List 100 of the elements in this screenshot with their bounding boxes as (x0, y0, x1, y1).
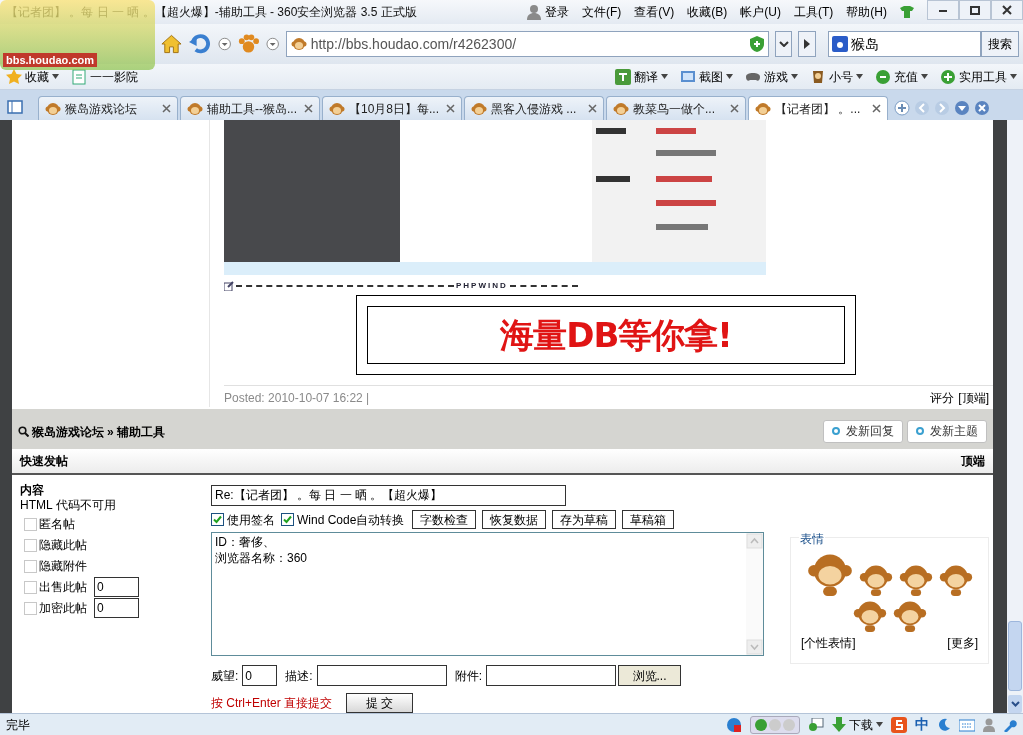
toolbar-link[interactable]: 一一影院 (90, 67, 138, 86)
breadcrumb-link[interactable]: 辅助工具 (116, 422, 165, 441)
emoticon-icon[interactable] (898, 562, 933, 596)
option-label[interactable]: 出售此帖 (39, 578, 87, 596)
close-icon[interactable] (304, 104, 313, 113)
tab[interactable]: 黑客入侵游戏 ... (464, 96, 604, 120)
indicator-button[interactable] (750, 715, 800, 734)
option-label[interactable]: 匿名帖 (39, 515, 75, 533)
breadcrumb-link[interactable]: 猴岛游戏论坛 (32, 422, 104, 441)
toolbar-link[interactable]: 截图 (699, 67, 723, 86)
tool-button[interactable]: 草稿箱 (622, 510, 675, 529)
caret-icon[interactable] (876, 722, 883, 727)
checkbox-label[interactable]: Wind Code自动转换 (297, 510, 405, 529)
caret-icon[interactable] (52, 74, 59, 79)
caret-icon[interactable] (661, 74, 668, 79)
toolbar-link[interactable]: 收藏 (25, 67, 49, 86)
message-field[interactable]: ID：奢侈、 浏览器名称：360 (211, 532, 764, 656)
tab[interactable]: 猴岛游戏论坛 (38, 96, 178, 120)
user-icon[interactable] (983, 717, 995, 732)
menu-item[interactable]: 文件(F) (582, 3, 622, 21)
top-link[interactable]: 顶端 (961, 451, 985, 470)
undo-icon[interactable] (188, 33, 212, 55)
close-icon[interactable] (974, 100, 990, 116)
emoticon-icon[interactable] (852, 598, 887, 632)
tab-list-icon[interactable] (954, 100, 970, 116)
toolbar-link[interactable]: 实用工具 (959, 67, 1007, 86)
post-link[interactable]: [顶端] (958, 389, 989, 407)
coin-icon[interactable] (875, 68, 891, 85)
caret-icon[interactable] (1010, 74, 1017, 79)
number-field[interactable]: 0 (94, 598, 139, 618)
wrench-icon[interactable] (1003, 717, 1017, 732)
input-field[interactable]: 0 (242, 665, 278, 686)
toolbar-link[interactable]: 充值 (894, 67, 918, 86)
tab[interactable]: 教菜鸟一做个... (606, 96, 746, 120)
close-button[interactable] (991, 0, 1023, 20)
dropdown-icon[interactable] (217, 37, 232, 51)
page-scrollbar[interactable] (1007, 120, 1023, 713)
window-icon[interactable] (808, 717, 824, 732)
scroll-down-button[interactable] (1008, 695, 1022, 713)
keyboard-icon[interactable] (959, 717, 975, 732)
address-dropdown-button[interactable] (775, 31, 793, 57)
close-icon[interactable] (446, 104, 455, 113)
toolbar-link[interactable]: 游戏 (764, 67, 788, 86)
translate-icon[interactable] (615, 68, 631, 85)
emoticon-link[interactable]: [个性表情] (801, 634, 856, 652)
option-label[interactable]: 隐藏附件 (39, 557, 87, 575)
toolbar-link[interactable]: 小号 (829, 67, 853, 86)
menu-item[interactable]: 查看(V) (634, 3, 675, 21)
browse-button[interactable]: 浏览... (618, 665, 682, 686)
maximize-button[interactable] (959, 0, 991, 20)
search-field[interactable]: 猴岛 (827, 31, 981, 57)
minimize-button[interactable] (927, 0, 959, 20)
input-field[interactable] (316, 665, 447, 686)
tab[interactable]: 【记者团】 。... (748, 96, 888, 120)
download-icon[interactable] (832, 716, 846, 733)
option-label[interactable]: 加密此帖 (39, 599, 87, 617)
search-button[interactable]: 搜索 (981, 31, 1019, 57)
action-button[interactable]: 发新回复 (823, 419, 903, 443)
emoticon-icon[interactable] (858, 562, 893, 596)
action-button[interactable]: 发新主题 (907, 419, 987, 443)
tool-button[interactable]: 存为草稿 (552, 510, 617, 529)
scroll-thumb[interactable] (1008, 621, 1022, 691)
moon-icon[interactable] (937, 717, 951, 732)
menu-item[interactable]: 帮助(H) (846, 3, 887, 21)
login-link[interactable]: 登录 (545, 3, 569, 21)
input-field[interactable] (486, 665, 617, 686)
post-link[interactable]: 评分 (930, 389, 955, 407)
emoticon-link[interactable]: [更多] (947, 634, 978, 652)
subject-field[interactable]: Re:【记者团】 。每 日 一 晒 。【超火爆】 (211, 485, 566, 506)
emoticon-icon[interactable] (938, 562, 973, 596)
search-engine-icon[interactable] (831, 36, 848, 52)
address-bar[interactable]: http://bbs.houdao.com/r4262300/ (285, 31, 770, 57)
option-label[interactable]: 隐藏此帖 (39, 536, 87, 554)
home-icon[interactable] (160, 33, 183, 55)
menu-item[interactable]: 收藏(B) (687, 3, 728, 21)
download-link[interactable]: 下载 (849, 715, 873, 734)
input-method-icon[interactable] (891, 716, 907, 733)
close-icon[interactable] (872, 104, 881, 113)
number-field[interactable]: 0 (94, 577, 139, 597)
menu-item[interactable]: 帐户(U) (740, 3, 781, 21)
paw-icon[interactable] (237, 33, 261, 55)
plus-icon[interactable] (940, 68, 956, 85)
checkbox[interactable] (281, 513, 294, 526)
caret-icon[interactable] (856, 74, 863, 79)
checkbox[interactable] (211, 513, 224, 526)
caret-icon[interactable] (791, 74, 798, 79)
screenshot-icon[interactable] (680, 68, 696, 85)
shirt-icon[interactable] (900, 6, 914, 18)
close-icon[interactable] (730, 104, 739, 113)
ime-mode[interactable]: 中 (915, 714, 929, 735)
close-icon[interactable] (162, 104, 171, 113)
tab[interactable]: 【10月8日】每... (322, 96, 462, 120)
star-icon[interactable] (6, 68, 22, 85)
tool-button[interactable]: 恢复数据 (482, 510, 547, 529)
toolbar-link[interactable]: 翻译 (634, 67, 658, 86)
caret-icon[interactable] (726, 74, 733, 79)
dropdown-icon[interactable] (266, 37, 280, 51)
submit-button[interactable]: 提 交 (346, 693, 414, 713)
go-button[interactable] (798, 31, 816, 57)
checkbox-label[interactable]: 使用签名 (227, 510, 275, 529)
